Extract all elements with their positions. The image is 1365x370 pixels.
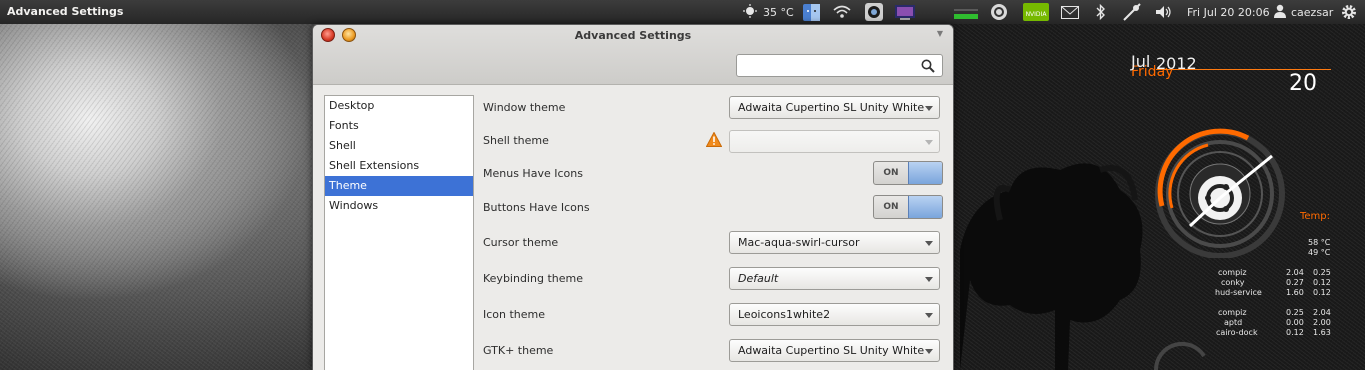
conky-proc-value: 0.27 xyxy=(1286,278,1304,287)
conky-proc-value: 2.04 xyxy=(1313,308,1331,317)
chevron-down-icon xyxy=(925,313,933,318)
volume-icon[interactable] xyxy=(1155,0,1173,24)
window-title: Advanced Settings xyxy=(574,29,692,42)
temperature-text: 35 °C xyxy=(763,5,794,19)
conky-proc-value: 1.63 xyxy=(1313,328,1331,337)
window-theme-value: Adwaita Cupertino SL Unity White xyxy=(738,101,925,114)
sidebar-item-fonts[interactable]: Fonts xyxy=(325,116,473,136)
clock-indicator[interactable]: Fri Jul 20 20:06 xyxy=(1187,0,1270,24)
warning-icon xyxy=(705,131,723,150)
switch-knob[interactable] xyxy=(908,162,942,184)
tree-silhouette xyxy=(960,163,1143,370)
gtk-theme-label: GTK+ theme xyxy=(483,344,554,357)
conky-proc-value: 0.25 xyxy=(1313,268,1331,277)
conky-proc-value: 0.12 xyxy=(1313,278,1331,287)
conky-proc-name: hud-service xyxy=(1215,288,1262,297)
chevron-down-icon xyxy=(925,349,933,354)
buttons-have-icons-switch[interactable]: ON xyxy=(873,195,943,219)
wifi-icon[interactable] xyxy=(833,0,851,24)
shell-theme-combo[interactable] xyxy=(729,130,940,153)
advanced-settings-window: Advanced Settings ▼ Desktop Fonts Shell … xyxy=(312,24,954,370)
conky-memory-ring xyxy=(1153,341,1206,370)
keybinding-theme-label: Keybinding theme xyxy=(483,272,583,285)
panel-app-title: Advanced Settings xyxy=(7,5,124,18)
conky-temp-2: 49 °C xyxy=(1308,248,1331,257)
settings-category-list: Desktop Fonts Shell Shell Extensions The… xyxy=(324,95,474,370)
cursor-theme-label: Cursor theme xyxy=(483,236,559,249)
gear-icon[interactable] xyxy=(1341,0,1357,24)
ubuntu-one-icon[interactable] xyxy=(990,0,1008,24)
svg-text:NVIDIA: NVIDIA xyxy=(1026,11,1048,18)
shell-theme-label: Shell theme xyxy=(483,134,549,147)
chevron-down-icon xyxy=(925,277,933,282)
user-icon xyxy=(1274,4,1286,21)
nvidia-icon[interactable]: NVIDIA xyxy=(1023,0,1049,24)
menus-have-icons-switch[interactable]: ON xyxy=(873,161,943,185)
search-icon[interactable] xyxy=(921,59,935,76)
conky-proc-name: aptd xyxy=(1224,318,1243,327)
conky-proc-value: 0.00 xyxy=(1286,318,1304,327)
window-titlebar[interactable]: Advanced Settings ▼ xyxy=(313,25,953,85)
weather-indicator[interactable]: 35 °C xyxy=(743,0,794,24)
conky-proc-value: 0.12 xyxy=(1286,328,1304,337)
monitor-icon[interactable] xyxy=(895,0,915,24)
window-menu-arrow-icon[interactable]: ▼ xyxy=(937,29,943,38)
gtk-theme-value: Adwaita Cupertino SL Unity White xyxy=(738,344,925,357)
network-meter-icon[interactable] xyxy=(954,0,978,24)
conky-clock-dial xyxy=(1155,128,1285,258)
icon-theme-value: Leoicons1white2 xyxy=(738,308,831,321)
cursor-theme-combo[interactable]: Mac-aqua-swirl-cursor xyxy=(729,231,940,254)
conky-proc-value: 2.00 xyxy=(1313,318,1331,327)
icon-theme-combo[interactable]: Leoicons1white2 xyxy=(729,303,940,326)
sidebar-item-windows[interactable]: Windows xyxy=(325,196,473,216)
weather-icon xyxy=(743,3,757,21)
keybinding-theme-value: Default xyxy=(738,272,779,285)
conky-proc-name: cairo-dock xyxy=(1216,328,1258,337)
conky-proc-value: 0.25 xyxy=(1286,308,1304,317)
chevron-down-icon xyxy=(925,241,933,246)
buttons-have-icons-label: Buttons Have Icons xyxy=(483,201,590,214)
chevron-down-icon xyxy=(925,140,933,145)
conky-date-underline xyxy=(1156,69,1331,70)
conky-proc-name: compiz xyxy=(1218,308,1247,317)
chevron-down-icon xyxy=(925,106,933,111)
sidebar-item-shell[interactable]: Shell xyxy=(325,136,473,156)
conky-proc-value: 2.04 xyxy=(1286,268,1304,277)
sidebar-item-shell-extensions[interactable]: Shell Extensions xyxy=(325,156,473,176)
conky-proc-name: compiz xyxy=(1218,268,1247,277)
sidebar-item-theme[interactable]: Theme xyxy=(325,176,473,196)
conky-proc-value: 0.12 xyxy=(1313,288,1331,297)
conky-year: 2012 xyxy=(1156,54,1197,73)
conky-proc-name: conky xyxy=(1221,278,1245,287)
conky-temp-label: Temp: xyxy=(1300,211,1331,222)
gtk-theme-combo[interactable]: Adwaita Cupertino SL Unity White xyxy=(729,339,940,362)
conky-temp-1: 58 °C xyxy=(1308,238,1331,247)
bluetooth-icon[interactable] xyxy=(1096,0,1106,24)
window-theme-label: Window theme xyxy=(483,101,566,114)
keybinding-theme-combo[interactable]: Default xyxy=(729,267,940,290)
window-theme-combo[interactable]: Adwaita Cupertino SL Unity White xyxy=(729,96,940,119)
sidebar-item-desktop[interactable]: Desktop xyxy=(325,96,473,116)
clock-text: Fri Jul 20 20:06 xyxy=(1187,5,1270,19)
switch-state: ON xyxy=(883,168,899,178)
conky-day: 20 xyxy=(1289,71,1317,96)
switch-knob[interactable] xyxy=(908,196,942,218)
cursor-theme-value: Mac-aqua-swirl-cursor xyxy=(738,236,860,249)
screenshot-icon[interactable] xyxy=(865,0,883,24)
user-menu[interactable]: caezsar xyxy=(1274,0,1333,24)
switch-state: ON xyxy=(883,202,899,212)
finder-icon[interactable] xyxy=(803,0,820,24)
menus-have-icons-label: Menus Have Icons xyxy=(483,167,583,180)
icon-theme-label: Icon theme xyxy=(483,308,546,321)
top-panel: Advanced Settings 35 °C NVIDIA Fri Jul 2… xyxy=(0,0,1365,24)
username-text: caezsar xyxy=(1291,5,1334,19)
mail-icon[interactable] xyxy=(1061,0,1079,24)
conky-proc-value: 1.60 xyxy=(1286,288,1304,297)
conky-month: Jul xyxy=(1131,52,1151,71)
network-icon[interactable] xyxy=(1122,0,1142,24)
search-field[interactable] xyxy=(736,54,943,77)
